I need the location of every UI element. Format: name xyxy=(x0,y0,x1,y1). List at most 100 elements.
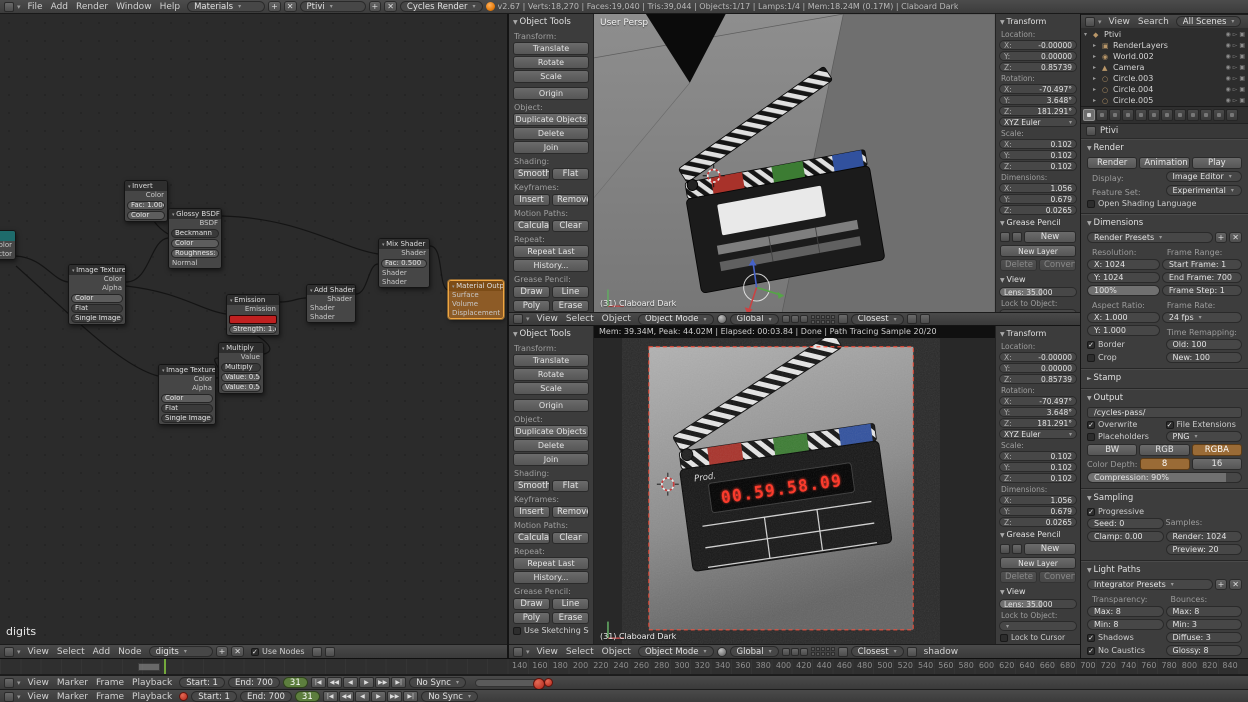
repeat-last-button[interactable]: Repeat Last xyxy=(513,557,589,570)
playback-button[interactable]: ▶| xyxy=(403,691,418,702)
bw-toggle[interactable]: BW xyxy=(1087,444,1137,456)
tab-object-icon[interactable] xyxy=(1135,109,1147,121)
add-layout-button[interactable]: + xyxy=(268,1,281,12)
dimension-field[interactable]: Y:0.679 xyxy=(999,194,1077,204)
snap-magnet-icon[interactable] xyxy=(312,647,322,657)
viewport-menu-item[interactable]: Object xyxy=(598,314,635,324)
viewport-menu-item[interactable]: Object xyxy=(598,647,635,657)
history-button[interactable]: History... xyxy=(513,259,589,272)
osl-toggle[interactable]: Open Shading Language xyxy=(1087,199,1242,208)
topbar-menu-item[interactable]: Render xyxy=(72,2,112,12)
display-selector[interactable]: Image Editor xyxy=(1166,171,1243,182)
editor-type-icon[interactable] xyxy=(513,314,523,324)
render-engine-selector[interactable]: Cycles Render xyxy=(400,1,483,12)
location-field[interactable]: Z:0.85739 xyxy=(999,62,1077,72)
node-emission[interactable]: Emission Emission Strength: 1.000 xyxy=(226,294,280,336)
opengl-render-icon[interactable] xyxy=(907,314,917,324)
unlink-nodetree-button[interactable]: ✕ xyxy=(231,646,244,657)
node-math-multiply[interactable]: Multiply Value Multiply Value: 0.500 Val… xyxy=(218,342,264,394)
poly-button[interactable]: Poly xyxy=(513,300,550,312)
scale-button[interactable]: Scale xyxy=(513,382,589,395)
tab-modifiers-icon[interactable] xyxy=(1161,109,1173,121)
use-nodes-toggle[interactable]: Use Nodes xyxy=(251,647,305,656)
expander-icon[interactable]: ▸ xyxy=(1093,53,1100,60)
current-frame-field[interactable]: 31 xyxy=(295,691,320,702)
border-toggle[interactable]: Border xyxy=(1087,339,1164,350)
remove-keyframe-button[interactable]: Remove xyxy=(552,506,589,518)
tool-shelf-panel-title[interactable]: Object Tools xyxy=(509,327,593,341)
rotation-field[interactable]: Y:3.648° xyxy=(999,95,1077,105)
delete-frame-button[interactable]: Delete Frame xyxy=(1000,259,1037,271)
snap-magnet-icon[interactable] xyxy=(838,647,848,657)
no-caustics-toggle[interactable]: No Caustics xyxy=(1087,645,1164,656)
selectable-icon[interactable]: ▻ xyxy=(1233,42,1238,49)
rotation-order-selector[interactable]: XYZ Euler xyxy=(999,117,1077,127)
render-button[interactable]: Render xyxy=(1087,157,1137,169)
pivot-orientation-selector[interactable]: Global xyxy=(730,646,779,657)
view-panel-title[interactable]: View xyxy=(996,585,1080,598)
erase-button[interactable]: Erase xyxy=(552,300,589,312)
manipulator-buttons[interactable] xyxy=(782,315,808,323)
lens-field[interactable]: Lens: 35.000 xyxy=(999,287,1077,297)
draw-button[interactable]: Draw xyxy=(513,598,550,610)
renderable-icon[interactable]: ▣ xyxy=(1239,97,1245,104)
outliner-item[interactable]: ▸ ○ Circle.003 ◉▻▣ xyxy=(1081,73,1248,84)
node-image-texture[interactable]: Image Texture Color Alpha Color Flat Sin… xyxy=(68,264,126,325)
scene-selector[interactable]: Ptivi xyxy=(300,1,366,12)
node-editor-menu-item[interactable]: View xyxy=(24,647,53,657)
aspect-y-field[interactable]: Y: 1.000 xyxy=(1087,325,1160,336)
pencil-icon[interactable] xyxy=(1000,232,1010,242)
visibility-eye-icon[interactable]: ◉ xyxy=(1225,42,1230,49)
topbar-menu-item[interactable]: Window xyxy=(112,2,156,12)
playback-button[interactable]: ◀◀ xyxy=(339,691,354,702)
renderable-icon[interactable]: ▣ xyxy=(1239,53,1245,60)
remap-new-field[interactable]: New: 100 xyxy=(1166,352,1243,363)
file-extensions-toggle[interactable]: File Extensions xyxy=(1166,420,1243,429)
render-presets-selector[interactable]: Render Presets xyxy=(1087,232,1213,243)
viewport-menu-item[interactable]: View xyxy=(533,314,562,324)
manipulator-buttons[interactable] xyxy=(782,648,808,656)
sketching-sessions-toggle[interactable]: Use Sketching Sessions xyxy=(513,626,589,635)
renderable-icon[interactable]: ▣ xyxy=(1239,42,1245,49)
outliner-item[interactable]: ▸ ○ Circle.005 ◉▻▣ xyxy=(1081,95,1248,106)
rotation-field[interactable]: X:-70.497° xyxy=(999,396,1077,406)
play-button[interactable]: Play xyxy=(1192,157,1242,169)
node-editor-type-icon[interactable] xyxy=(4,647,14,657)
location-field[interactable]: Y:0.00000 xyxy=(999,363,1077,373)
playback-button[interactable]: ◀◀ xyxy=(327,677,342,688)
close-layout-button[interactable]: ✕ xyxy=(284,1,297,12)
stamp-panel-title[interactable]: Stamp xyxy=(1083,371,1246,385)
timeline-menu-item[interactable]: Marker xyxy=(53,678,92,688)
tab-world-icon[interactable] xyxy=(1122,109,1134,121)
visibility-eye-icon[interactable]: ◉ xyxy=(1225,53,1230,60)
convert-button[interactable]: Convert xyxy=(1039,571,1076,583)
crop-toggle[interactable]: Crop xyxy=(1087,352,1164,363)
integrator-presets-selector[interactable]: Integrator Presets xyxy=(1087,579,1213,590)
rotate-manipulator-icon[interactable] xyxy=(791,315,799,323)
scale-field[interactable]: Y:0.102 xyxy=(999,150,1077,160)
node-material-output[interactable]: Material Output Surface Volume Displacem… xyxy=(448,280,504,319)
smooth-button[interactable]: Smooth xyxy=(513,480,550,492)
diffuse-bounces-field[interactable]: Diffuse: 3 xyxy=(1166,632,1243,643)
timeline-menu-item[interactable]: Marker xyxy=(53,692,92,702)
timeline-menu-item[interactable]: View xyxy=(24,692,53,702)
tab-texture-icon[interactable] xyxy=(1200,109,1212,121)
info-editor-type-icon[interactable] xyxy=(4,2,14,12)
visibility-eye-icon[interactable]: ◉ xyxy=(1225,97,1230,104)
calculate-button[interactable]: Calculate xyxy=(513,532,550,544)
end-frame-field[interactable]: End: 700 xyxy=(240,691,292,702)
render-panel-title[interactable]: Render xyxy=(1083,141,1246,155)
opengl-render-anim-icon[interactable] xyxy=(920,314,930,324)
view-panel-title[interactable]: View xyxy=(996,273,1080,286)
timeline-menu-item[interactable]: Frame xyxy=(92,678,128,688)
preview-samples-field[interactable]: Preview: 20 xyxy=(1166,544,1243,555)
dimension-field[interactable]: X:1.056 xyxy=(999,183,1077,193)
aspect-x-field[interactable]: X: 1.000 xyxy=(1087,312,1160,323)
eraser-icon[interactable] xyxy=(1012,544,1022,554)
sync-mode-selector[interactable]: No Sync xyxy=(421,691,478,702)
playback-button[interactable]: ◀ xyxy=(343,677,358,688)
delete-frame-button[interactable]: Delete Frame xyxy=(1000,571,1037,583)
timeline-menu-item[interactable]: Playback xyxy=(128,692,176,702)
tab-scene-icon[interactable] xyxy=(1109,109,1121,121)
output-panel-title[interactable]: Output xyxy=(1083,391,1246,405)
